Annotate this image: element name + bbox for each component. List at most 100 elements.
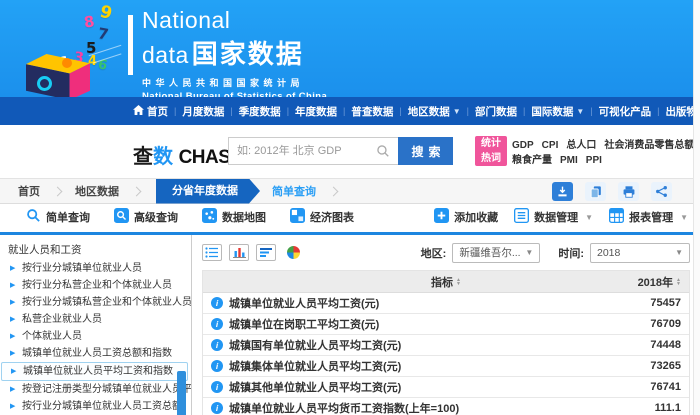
info-icon[interactable]: i [211,318,223,330]
bar-chart-icon[interactable] [256,244,276,261]
column-chart-icon[interactable] [229,244,249,261]
nav-separator: | [523,106,525,116]
info-icon[interactable]: i [211,360,223,372]
home-icon [133,105,144,118]
info-icon[interactable]: i [211,402,223,414]
table-row[interactable]: i 城镇单位就业人员平均工资(元) 75457 [203,293,689,314]
breadcrumb-simple-query[interactable]: 简单查询 [268,183,320,199]
table-row[interactable]: i 城镇集体单位就业人员平均工资(元) 73265 [203,356,689,377]
table-row[interactable]: i 城镇国有单位就业人员平均工资(元) 74448 [203,335,689,356]
query-toolbar: 简单查询 高级查询 数据地图 经济图表 添加收藏 数据管理 ▼ [0,205,700,235]
hot-words-badge: 统计 热词 [475,136,507,166]
report-manage-button[interactable]: 报表管理 ▼ [609,208,688,226]
list-view-icon[interactable] [202,244,222,261]
hot-word-pmi[interactable]: PMI [560,153,578,168]
triangle-right-icon: ▶ [10,345,15,362]
header-divider [128,15,133,75]
advanced-query-button[interactable]: 高级查询 [114,208,178,226]
print-icon[interactable] [618,182,639,201]
nav-separator: | [399,106,401,116]
triangle-right-icon: ▶ [10,381,15,398]
economy-chart-button[interactable]: 经济图表 [290,208,354,226]
sidebar-category-employment-wages[interactable]: 就业人员和工资 [0,238,191,260]
sidebar-item-selected[interactable]: ▶城镇单位就业人员平均工资和指数 [1,362,188,381]
add-favorite-button[interactable]: 添加收藏 [434,208,498,226]
nav-item-regional[interactable]: 地区数据▼ [403,104,466,119]
hot-words: GDP CPI 总人口 社会消费品零售总额 粮食产量 PMI PPI [512,138,694,168]
hot-word-population[interactable]: 总人口 [566,138,596,153]
pie-chart-icon[interactable] [285,244,301,261]
nav-item-home[interactable]: 首页 [128,104,173,119]
sidebar-scrollbar-thumb[interactable] [177,371,186,415]
sidebar-item[interactable]: ▶个体就业人员 [0,328,191,345]
info-icon[interactable]: i [211,339,223,351]
hot-word-grain[interactable]: 粮食产量 [512,153,552,168]
breadcrumb-regional-data[interactable]: 地区数据 [71,183,123,199]
region-select[interactable]: 新疆维吾尔... ▼ [452,243,540,263]
page: 9 8 7 5 1 3 4 6 2 National data 国家数据 中华人… [0,0,700,415]
copy-icon[interactable] [585,182,606,201]
sidebar-item[interactable]: ▶按行业分城镇单位就业人员工资总额 [0,398,191,415]
main-nav: 首页 | 月度数据 | 季度数据 | 年度数据 | 普查数据 | 地区数据▼ |… [0,97,700,125]
search-box: 搜索 [228,137,453,165]
cube-dot [62,58,72,68]
nav-item-visualization[interactable]: 可视化产品 [594,104,657,119]
data-table: 指标 ▲▼ 2018年 ▲▼ i 城镇单位就业人员平均工资(元) 75457 i… [202,270,690,415]
table-row[interactable]: i 城镇单位在岗职工平均工资(元) 76709 [203,314,689,335]
chashu-logo-shu: 数 [153,146,173,168]
download-icon[interactable] [552,182,573,201]
table-row[interactable]: i 城镇其他单位就业人员平均工资(元) 76741 [203,377,689,398]
time-select[interactable]: 2018 ▼ [590,243,690,263]
decor-digit: 7 [97,24,110,44]
row-value: 111.1 [655,402,681,414]
cube-ring [37,76,52,91]
chevron-right-icon [329,186,339,196]
sidebar-item[interactable]: ▶按行业分城镇私营企业和个体就业人员 [0,294,191,311]
info-icon[interactable]: i [211,297,223,309]
hot-word-gdp[interactable]: GDP [512,138,534,153]
data-map-button[interactable]: 数据地图 [202,208,266,226]
content: 就业人员和工资 ▶按行业分城镇单位就业人员 ▶按行业分私营企业和个体就业人员 ▶… [0,235,700,415]
nav-item-quarterly[interactable]: 季度数据 [234,104,286,119]
breadcrumb-current-provincial-annual[interactable]: 分省年度数据 [156,179,260,204]
sort-icon[interactable]: ▲▼ [676,278,681,286]
hot-word-retail[interactable]: 社会消费品零售总额 [604,138,694,153]
economy-chart-icon [290,208,305,226]
chevron-down-icon: ▼ [680,213,688,222]
info-icon[interactable]: i [211,381,223,393]
sidebar-item[interactable]: ▶私营企业就业人员 [0,311,191,328]
nav-item-monthly[interactable]: 月度数据 [177,104,229,119]
simple-query-button[interactable]: 简单查询 [26,208,90,226]
row-value: 73265 [650,360,681,372]
share-icon[interactable] [651,182,672,201]
sidebar-item[interactable]: ▶城镇单位就业人员工资总额和指数 [0,345,191,362]
search-button[interactable]: 搜索 [398,137,453,165]
sidebar-item[interactable]: ▶按行业分城镇单位就业人员 [0,260,191,277]
nav-item-department[interactable]: 部门数据 [470,104,522,119]
chevron-right-icon [53,186,63,196]
table-row[interactable]: i 城镇单位就业人员平均货币工资指数(上年=100) 111.1 [203,398,689,415]
site-title-en-line1: National [142,7,327,34]
breadcrumb-home[interactable]: 首页 [14,183,44,199]
triangle-right-icon: ▶ [10,328,15,345]
decor-digit: 9 [98,2,114,24]
chashu-logo-cha: 查 [133,146,153,168]
search-band: 查数 CHASHU 搜索 统计 热词 GDP CPI 总人口 社会消费品零售总额… [0,125,700,178]
row-value: 75457 [650,297,681,309]
nav-item-annual[interactable]: 年度数据 [290,104,342,119]
triangle-right-icon: ▶ [10,294,15,311]
nav-item-census[interactable]: 普查数据 [346,104,398,119]
sidebar-item[interactable]: ▶按行业分私营企业和个体就业人员 [0,277,191,294]
hot-word-cpi[interactable]: CPI [542,138,559,153]
search-input[interactable] [228,137,398,165]
chevron-down-icon: ▼ [453,107,461,116]
hot-word-ppi[interactable]: PPI [586,153,602,168]
chevron-down-icon: ▼ [675,248,683,257]
triangle-right-icon: ▶ [10,311,15,328]
data-manage-button[interactable]: 数据管理 ▼ [514,208,593,226]
sidebar-item[interactable]: ▶按登记注册类型分城镇单位就业人员平均工 [0,381,191,398]
sort-icon[interactable]: ▲▼ [456,278,461,286]
data-map-icon [202,208,217,226]
nav-item-international[interactable]: 国际数据▼ [526,104,589,119]
page-scrollbar[interactable] [693,0,700,415]
